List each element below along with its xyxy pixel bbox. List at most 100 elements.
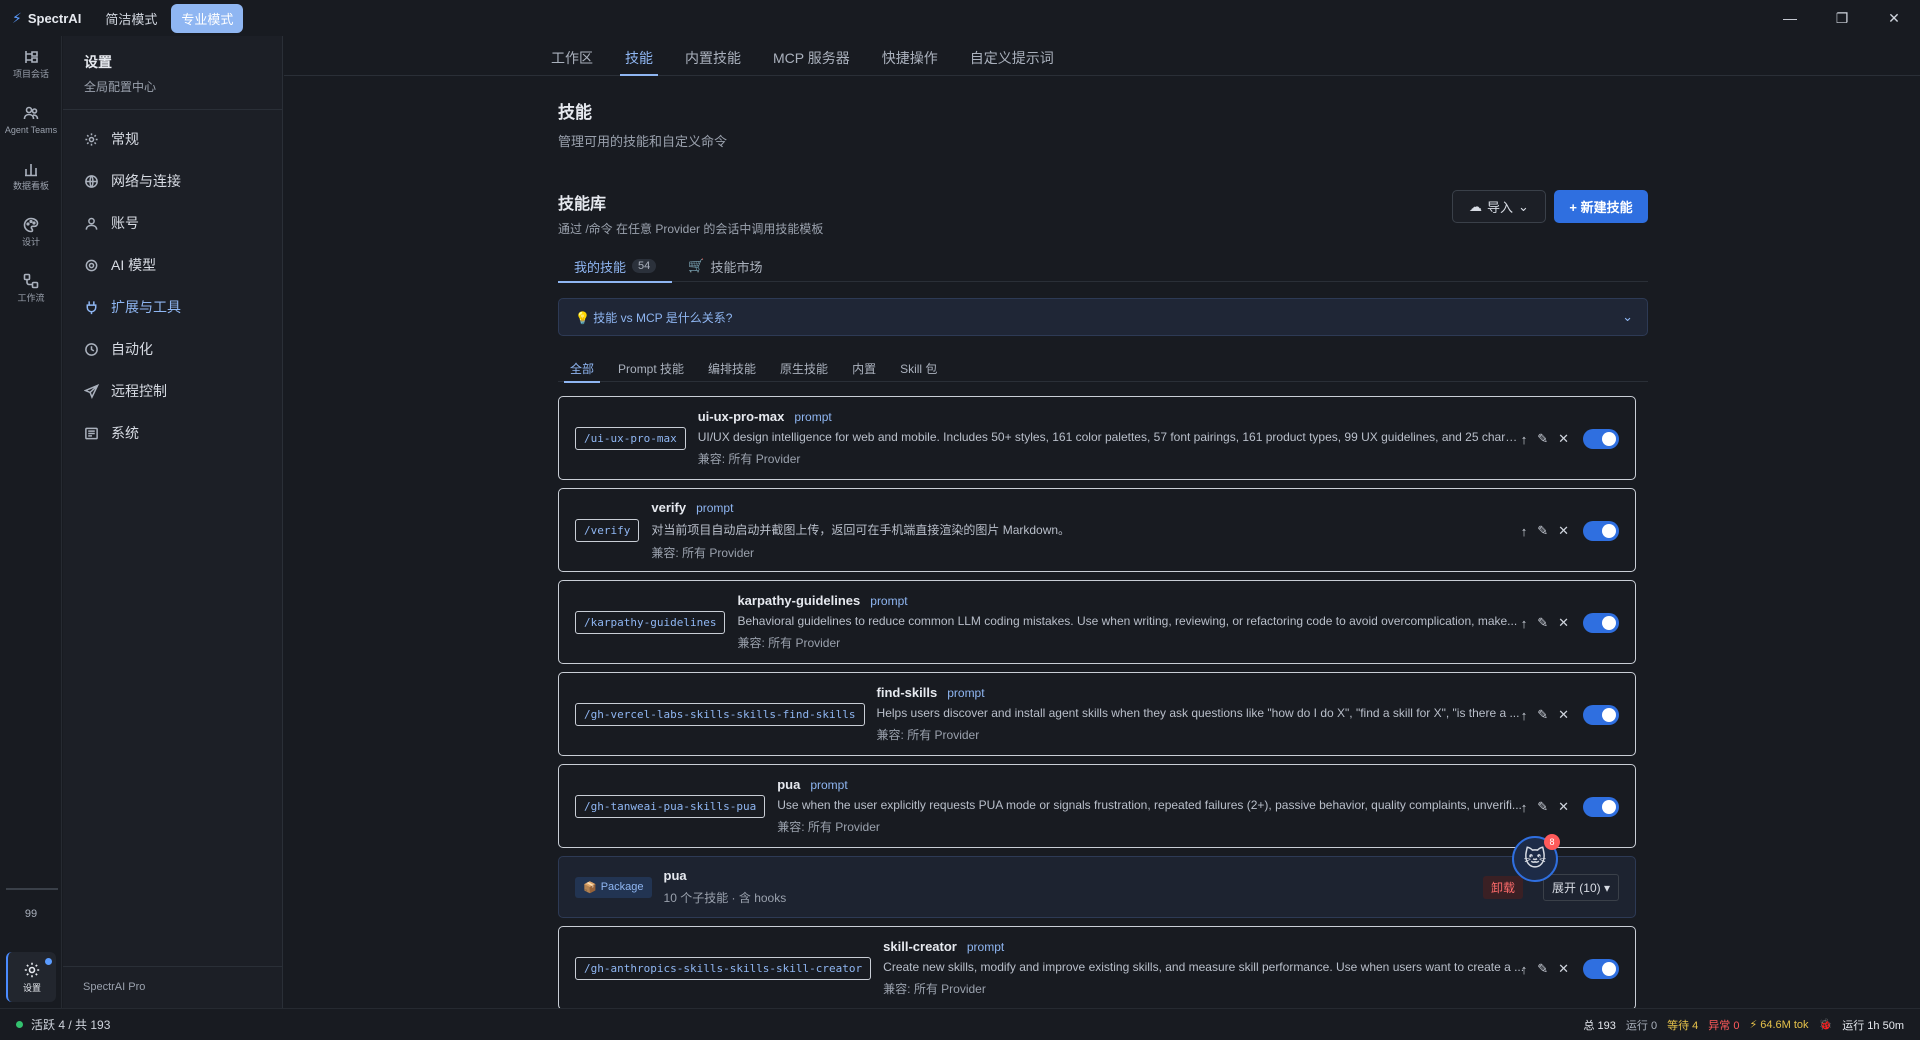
bug-icon[interactable]: 🐞 xyxy=(1819,1018,1833,1031)
sidebar-item-ai-model[interactable]: AI 模型 xyxy=(63,244,282,286)
token-usage: ⚡ 64.6M tok xyxy=(1749,1019,1809,1031)
cloud-icon: ☁ xyxy=(1469,198,1483,214)
settings-sidebar: 设置 全局配置中心 常规 网络与连接 账号 AI 模型 扩展与工具 自动化 远程… xyxy=(63,36,283,1008)
new-skill-button[interactable]: + 新建技能 xyxy=(1554,190,1648,223)
main-panel: 工作区 技能 内置技能 MCP 服务器 快捷操作 自定义提示词 技能 管理可用的… xyxy=(284,36,1920,1008)
move-up-icon[interactable]: ↑ xyxy=(1521,524,1528,539)
edit-icon[interactable]: ✎ xyxy=(1537,523,1548,539)
skill-toggle[interactable] xyxy=(1583,521,1619,541)
library-subtabs: 我的技能 54 🛒 技能市场 xyxy=(558,250,1648,283)
skill-description: UI/UX design intelligence for web and mo… xyxy=(697,430,1518,444)
gear-icon xyxy=(24,962,40,977)
icon-rail: 项目会话 Agent Teams 数据看板 设计 工作流 99 设置 xyxy=(0,36,62,1008)
skill-compat: 兼容: 所有 Provider xyxy=(883,982,986,996)
move-up-icon[interactable]: ↑ xyxy=(1521,800,1528,815)
tab-skills[interactable]: 技能 xyxy=(614,36,664,76)
filter-all[interactable]: 全部 xyxy=(558,354,606,383)
tab-mcp-servers[interactable]: MCP 服务器 xyxy=(762,36,861,75)
app-brand: ⚡ SpectrAI xyxy=(12,10,81,27)
skill-name: find-skills xyxy=(876,685,938,700)
minimize-icon[interactable]: — xyxy=(1764,0,1816,36)
rail-item-agent-teams[interactable]: Agent Teams xyxy=(0,92,62,148)
filter-prompt[interactable]: Prompt 技能 xyxy=(606,354,696,382)
sidebar-item-general[interactable]: 常规 xyxy=(63,118,282,160)
move-up-icon[interactable]: ↑ xyxy=(1521,616,1528,631)
user-icon xyxy=(85,217,98,230)
skill-toggle[interactable] xyxy=(1583,797,1619,817)
skill-card[interactable]: /verify verify prompt 对当前项目自动启动并截图上传，返回可在… xyxy=(558,488,1636,572)
skill-list: /ui-ux-pro-max ui-ux-pro-max prompt UI/UX… xyxy=(558,396,1636,1008)
restore-icon[interactable]: ❐ xyxy=(1816,0,1868,36)
rail-item-workflow[interactable]: 工作流 xyxy=(0,260,62,316)
delete-icon[interactable]: ✕ xyxy=(1558,799,1569,815)
delete-icon[interactable]: ✕ xyxy=(1558,961,1569,977)
sidebar-item-network[interactable]: 网络与连接 xyxy=(63,160,282,202)
active-sessions: 活跃 4 / 共 193 xyxy=(31,1018,111,1032)
rail-item-projects[interactable]: 项目会话 xyxy=(0,36,62,92)
sidebar-item-account[interactable]: 账号 xyxy=(63,202,282,244)
package-name: pua xyxy=(663,868,687,883)
assistant-cat-button[interactable]: 🐱 8 xyxy=(1512,834,1560,882)
skills-vs-mcp-info[interactable]: 💡 技能 vs MCP 是什么关系? ⌄ xyxy=(558,298,1648,336)
import-button[interactable]: ☁ 导入 ⌄ xyxy=(1452,190,1546,223)
delete-icon[interactable]: ✕ xyxy=(1558,523,1569,539)
move-up-icon[interactable]: ↑ xyxy=(1521,708,1528,723)
filter-builtin[interactable]: 内置 xyxy=(840,354,888,382)
skill-toggle[interactable] xyxy=(1583,613,1619,633)
sidebar-item-remote[interactable]: 远程控制 xyxy=(63,370,282,412)
skill-compat: 兼容: 所有 Provider xyxy=(697,452,801,466)
gear-icon xyxy=(85,132,98,146)
skill-compat: 兼容: 所有 Provider xyxy=(651,545,755,560)
error-count: 异常 0 xyxy=(1708,1019,1740,1032)
move-up-icon[interactable]: ↑ xyxy=(1521,432,1528,447)
skill-type-tag: prompt xyxy=(696,500,734,515)
move-up-icon[interactable]: ↑ xyxy=(1521,962,1528,977)
edit-icon[interactable]: ✎ xyxy=(1537,961,1548,977)
edit-icon[interactable]: ✎ xyxy=(1537,615,1548,631)
pro-mode-button[interactable]: 专业模式 xyxy=(171,3,244,33)
delete-icon[interactable]: ✕ xyxy=(1558,431,1569,447)
tab-workspace[interactable]: 工作区 xyxy=(540,36,604,75)
skill-card[interactable]: /gh-vercel-labs-skills-skills-find-skill… xyxy=(558,672,1636,756)
skill-card[interactable]: /gh-anthropics-skills-skills-skill-creat… xyxy=(558,926,1636,1008)
chevron-down-icon: ⌄ xyxy=(1622,309,1633,324)
skill-card[interactable]: /gh-tanweai-pua-skills-pua pua prompt Use… xyxy=(558,764,1636,848)
rail-item-design[interactable]: 设计 xyxy=(0,204,62,260)
uninstall-button[interactable]: 卸载 xyxy=(1482,876,1523,899)
agent-teams-icon xyxy=(23,106,39,120)
skill-toggle[interactable] xyxy=(1583,705,1619,725)
edit-icon[interactable]: ✎ xyxy=(1537,799,1548,815)
edit-icon[interactable]: ✎ xyxy=(1537,431,1548,447)
rail-item-settings[interactable]: 设置 xyxy=(6,952,56,1002)
tab-builtin-skills[interactable]: 内置技能 xyxy=(674,36,752,75)
skill-card[interactable]: /karpathy-guidelines karpathy-guidelines… xyxy=(558,580,1636,664)
rail-item-dashboard[interactable]: 数据看板 xyxy=(0,148,62,204)
skill-package-card[interactable]: 📦 Package pua 10 个子技能 · 含 hooks 卸载 展开 (10… xyxy=(558,856,1636,918)
title-bar: ⚡ SpectrAI 简洁模式 专业模式 — ❐ ✕ xyxy=(0,0,1920,36)
sidebar-item-automation[interactable]: 自动化 xyxy=(63,328,282,370)
delete-icon[interactable]: ✕ xyxy=(1558,615,1569,631)
simple-mode-button[interactable]: 简洁模式 xyxy=(95,4,167,33)
sidebar-item-extensions[interactable]: 扩展与工具 xyxy=(63,286,282,328)
skill-toggle[interactable] xyxy=(1583,429,1619,449)
filter-skill-package[interactable]: Skill 包 xyxy=(888,354,949,382)
skill-name: skill-creator xyxy=(883,939,957,954)
tab-quick-actions[interactable]: 快捷操作 xyxy=(871,36,949,75)
filter-native[interactable]: 原生技能 xyxy=(768,354,840,382)
expand-button[interactable]: 展开 (10) ▾ xyxy=(1542,874,1619,901)
rail-divider xyxy=(6,888,58,890)
edit-icon[interactable]: ✎ xyxy=(1537,707,1548,723)
skill-toggle[interactable] xyxy=(1583,959,1619,979)
skill-filters: 全部 Prompt 技能 编排技能 原生技能 内置 Skill 包 xyxy=(558,354,1648,383)
filter-orchestration[interactable]: 编排技能 xyxy=(696,354,768,382)
delete-icon[interactable]: ✕ xyxy=(1558,707,1569,723)
sidebar-subtitle: 全局配置中心 xyxy=(84,80,157,94)
tab-custom-prompts[interactable]: 自定义提示词 xyxy=(959,36,1065,75)
package-icon: 📦 xyxy=(583,881,597,894)
subtab-my-skills[interactable]: 我的技能 54 xyxy=(558,250,673,283)
sidebar-item-system[interactable]: 系统 xyxy=(63,412,282,454)
subtab-market[interactable]: 🛒 技能市场 xyxy=(672,250,778,282)
close-icon[interactable]: ✕ xyxy=(1868,0,1920,36)
plug-icon xyxy=(86,300,97,314)
skill-card[interactable]: /ui-ux-pro-max ui-ux-pro-max prompt UI/UX… xyxy=(558,396,1636,480)
